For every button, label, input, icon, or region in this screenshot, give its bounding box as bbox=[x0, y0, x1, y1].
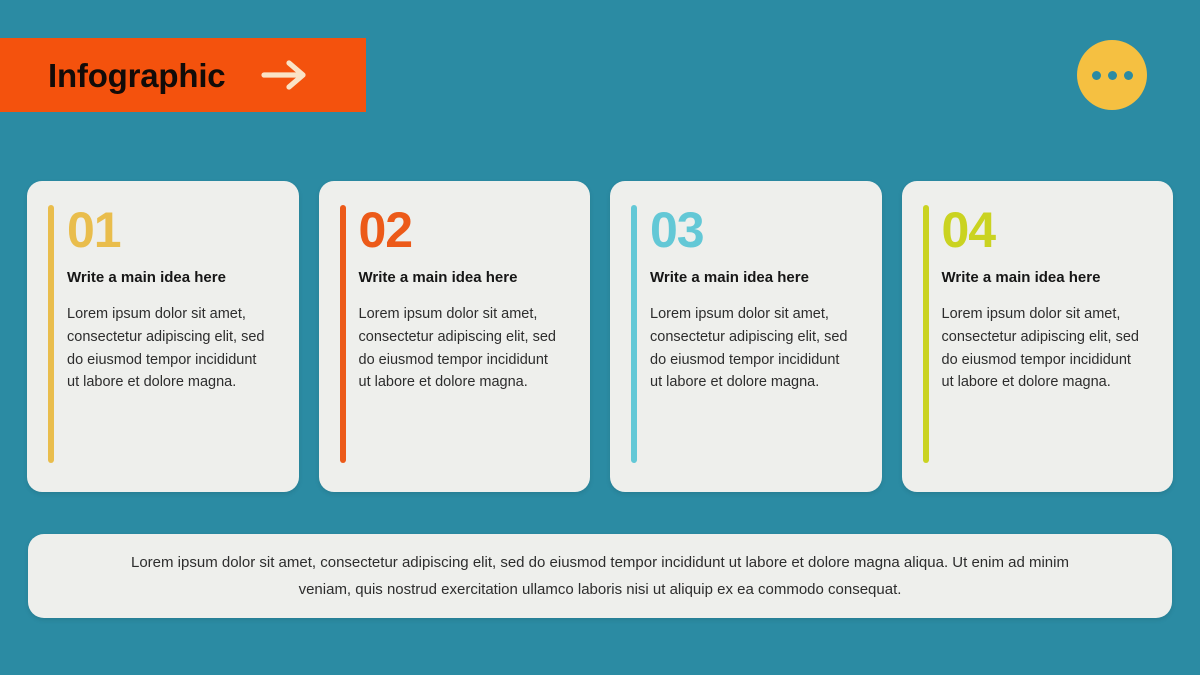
info-card[interactable]: 01 Write a main idea here Lorem ipsum do… bbox=[27, 181, 299, 492]
arrow-right-icon bbox=[259, 58, 311, 92]
caption-text: Lorem ipsum dolor sit amet, consectetur … bbox=[131, 554, 1069, 598]
infographic-slide: Infographic 01 Write a main idea here Lo… bbox=[0, 0, 1200, 675]
card-heading: Write a main idea here bbox=[67, 269, 226, 286]
ellipsis-icon[interactable] bbox=[1077, 40, 1147, 110]
card-accent-bar bbox=[48, 205, 54, 463]
card-accent-bar bbox=[922, 205, 929, 463]
card-heading: Write a main idea here bbox=[650, 269, 809, 286]
card-list: 01 Write a main idea here Lorem ipsum do… bbox=[27, 181, 1173, 492]
card-accent-bar bbox=[339, 205, 346, 463]
card-body: Lorem ipsum dolor sit amet, consectetur … bbox=[358, 306, 556, 391]
card-number: 04 bbox=[941, 202, 997, 258]
card-accent-bar bbox=[631, 205, 637, 463]
card-number: 01 bbox=[67, 202, 122, 258]
header-banner: Infographic bbox=[0, 38, 366, 112]
ellipsis-dot-1 bbox=[1091, 70, 1101, 80]
card-body: Lorem ipsum dolor sit amet, consectetur … bbox=[67, 306, 265, 391]
info-card[interactable]: 03 Write a main idea here Lorem ipsum do… bbox=[610, 181, 882, 492]
info-card[interactable]: 02 Write a main idea here Lorem ipsum do… bbox=[318, 181, 590, 492]
ellipsis-dot-3 bbox=[1123, 70, 1133, 80]
page-title: Infographic bbox=[48, 56, 226, 94]
card-heading: Write a main idea here bbox=[358, 269, 518, 286]
card-number: 02 bbox=[358, 202, 414, 258]
info-card[interactable]: 04 Write a main idea here Lorem ipsum do… bbox=[901, 181, 1173, 492]
ellipsis-dot-2 bbox=[1107, 70, 1117, 80]
card-body: Lorem ipsum dolor sit amet, consectetur … bbox=[941, 306, 1139, 391]
card-heading: Write a main idea here bbox=[941, 269, 1101, 286]
card-body: Lorem ipsum dolor sit amet, consectetur … bbox=[650, 306, 848, 391]
caption-bar[interactable]: Lorem ipsum dolor sit amet, consectetur … bbox=[28, 534, 1172, 618]
card-number: 03 bbox=[650, 202, 705, 258]
